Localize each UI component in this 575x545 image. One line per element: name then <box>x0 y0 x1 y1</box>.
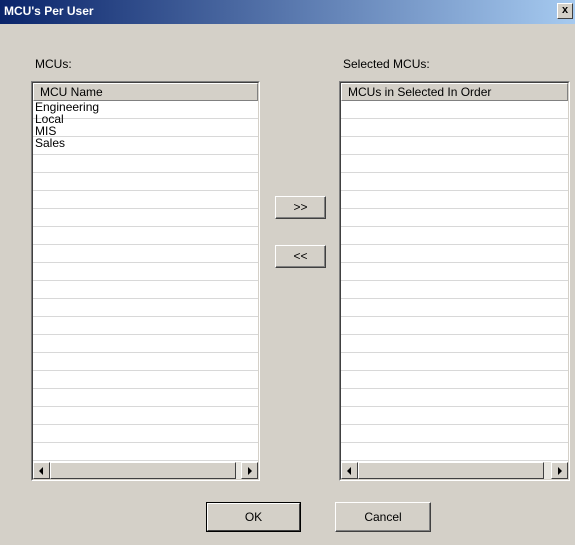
scroll-left-button[interactable] <box>33 462 50 479</box>
scroll-left-button[interactable] <box>341 462 358 479</box>
close-button[interactable]: x <box>557 3 573 19</box>
list-item[interactable]: MIS <box>33 125 258 137</box>
column-header-selected-order[interactable]: MCUs in Selected In Order <box>341 83 568 101</box>
scroll-right-button[interactable] <box>241 462 258 479</box>
list-item[interactable]: Engineering <box>33 101 258 113</box>
ok-button[interactable]: OK <box>206 502 301 532</box>
list-item[interactable]: Sales <box>33 137 258 149</box>
window-title: MCU's Per User <box>4 4 94 18</box>
title-bar[interactable]: MCU's Per User x <box>0 0 575 24</box>
arrow-right-icon <box>558 467 562 475</box>
mcu-per-user-dialog: MCU's Per User x MCUs: Selected MCUs: MC… <box>0 0 575 545</box>
cancel-button-label: Cancel <box>364 510 402 524</box>
cancel-button[interactable]: Cancel <box>335 502 431 532</box>
arrow-left-icon <box>39 467 43 475</box>
scroll-thumb[interactable] <box>50 462 236 479</box>
mcu-list-hscrollbar[interactable] <box>33 462 258 479</box>
ok-button-label: OK <box>244 510 263 524</box>
arrow-right-icon <box>248 467 252 475</box>
scroll-thumb[interactable] <box>358 462 544 479</box>
close-icon: x <box>561 4 569 16</box>
list-item[interactable]: Local <box>33 113 258 125</box>
add-button-label: >> <box>293 200 308 214</box>
remove-button[interactable]: << <box>275 245 326 268</box>
selected-list-hscrollbar[interactable] <box>341 462 568 479</box>
selected-mcu-list-rows <box>341 101 568 462</box>
arrow-left-icon <box>347 467 351 475</box>
mcus-label: MCUs: <box>35 57 72 71</box>
selected-mcu-list[interactable]: MCUs in Selected In Order <box>339 81 570 481</box>
scroll-right-button[interactable] <box>551 462 568 479</box>
remove-button-label: << <box>293 249 308 263</box>
add-button[interactable]: >> <box>275 196 326 219</box>
column-header-mcu-name[interactable]: MCU Name <box>33 83 258 101</box>
mcu-list[interactable]: MCU Name Engineering Local MIS Sales <box>31 81 260 481</box>
selected-mcus-label: Selected MCUs: <box>343 57 430 71</box>
mcu-list-rows: Engineering Local MIS Sales <box>33 101 258 462</box>
